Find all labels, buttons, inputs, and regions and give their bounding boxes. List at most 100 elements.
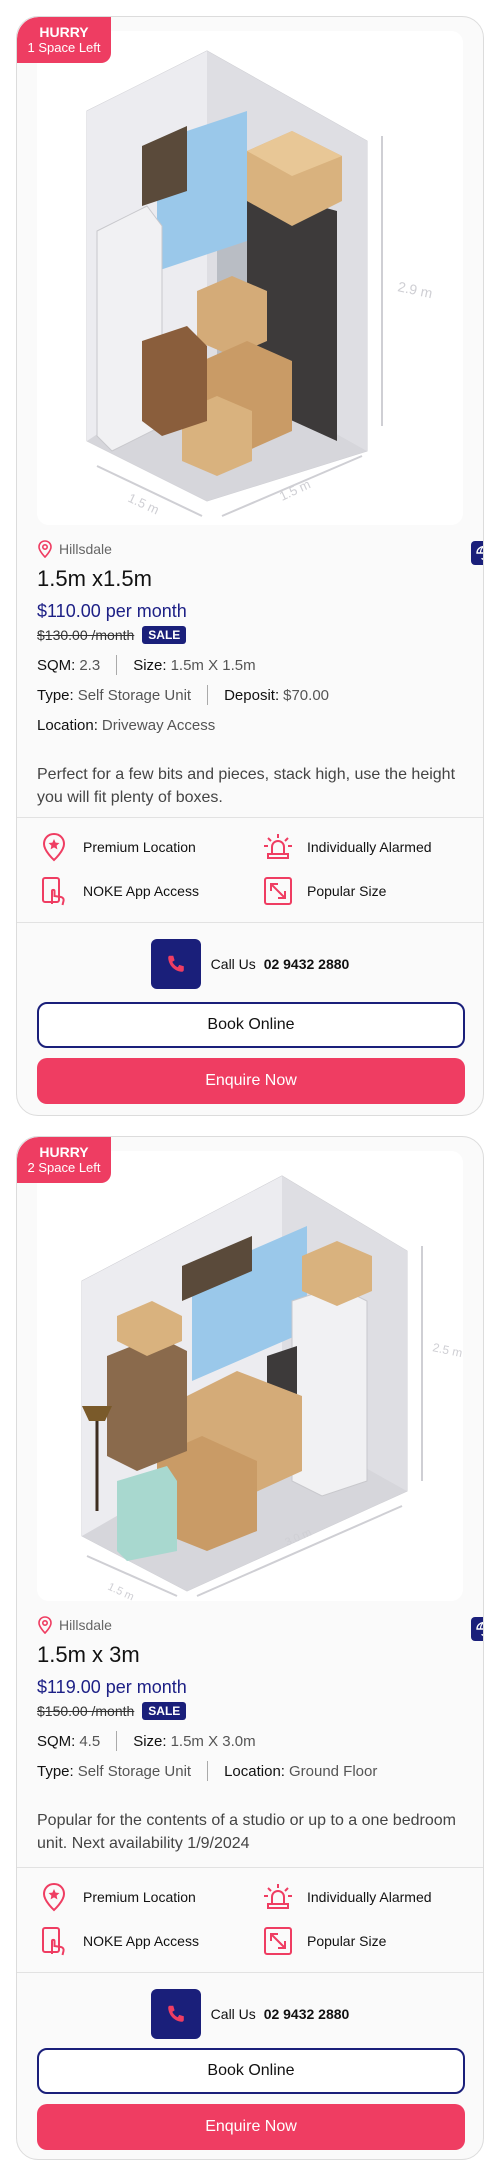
sqm-label: SQM: (37, 656, 76, 674)
umbrella-icon (476, 1621, 483, 1636)
unit-image: 2.5 m 1.5 m 3.0 m (37, 1151, 463, 1601)
alarm-icon (264, 1884, 292, 1909)
feature-label: Popular Size (307, 1933, 387, 1949)
feature-popular-size: Popular Size (263, 876, 386, 906)
badge-title: HURRY (39, 24, 89, 40)
size-label: Size: (133, 656, 167, 674)
hurry-badge: HURRY 1 Space Left (17, 17, 111, 63)
call-text[interactable]: Call Us 02 9432 2880 (211, 956, 350, 972)
star-pin-icon (42, 1882, 66, 1912)
type-label: Type: (37, 1762, 74, 1780)
unit-title: 1.5m x 3m (37, 1642, 140, 1667)
enquire-now-button[interactable]: Enquire Now (37, 1058, 465, 1104)
old-price: $150.00 /month (37, 1703, 135, 1719)
location-row: Hillsdale (37, 1615, 483, 1641)
sale-badge: SALE (142, 626, 187, 644)
unit-title: 1.5m x1.5m (37, 566, 152, 591)
location-value: Ground Floor (288, 1762, 378, 1780)
location-label: Location: (37, 716, 98, 734)
feature-noke-app: NOKE App Access (39, 876, 199, 906)
book-online-button[interactable]: Book Online (37, 2048, 465, 2094)
type-value: Self Storage Unit (77, 1762, 192, 1780)
star-pin-icon (42, 832, 66, 862)
sqm-value: 2.3 (79, 656, 101, 674)
divider (207, 685, 209, 705)
spec-row-sqm-size: SQM: 2.3 Size: 1.5m X 1.5m (37, 655, 463, 675)
sqm-value: 4.5 (79, 1732, 101, 1750)
call-label: Call Us (210, 956, 256, 972)
feature-label: Individually Alarmed (307, 839, 432, 855)
badge-title: HURRY (39, 1144, 89, 1160)
location-row: Hillsdale (37, 539, 483, 565)
unit-details: Hillsdale 1.5m x1.5m $110.00 per month $… (37, 539, 483, 809)
enquire-now-button[interactable]: Enquire Now (37, 2104, 465, 2150)
feature-label: Premium Location (83, 1889, 196, 1905)
size-label: Size: (133, 1732, 167, 1750)
sqm-label: SQM: (37, 1732, 76, 1750)
size-value: 1.5m X 3.0m (170, 1732, 256, 1750)
feature-label: NOKE App Access (83, 883, 199, 899)
badge-spaces: 1 Space Left (27, 40, 101, 55)
type-value: Self Storage Unit (77, 686, 192, 704)
location-label: Location: (224, 1762, 285, 1780)
call-label: Call Us (210, 2006, 256, 2022)
feature-label: Popular Size (307, 883, 387, 899)
unit-description: Popular for the contents of a studio or … (37, 1812, 456, 1852)
spec-row-sqm-size: SQM: 4.5 Size: 1.5m X 3.0m (37, 1731, 463, 1751)
spec-row-type-deposit: Type: Self Storage Unit Deposit: $70.00 (37, 685, 463, 705)
storage-unit-illustration: 2.9 m 1.5 m 1.5 m (37, 31, 463, 525)
location-name: Hillsdale (59, 541, 112, 557)
spec-row-location: Location: Driveway Access (37, 715, 463, 735)
map-pin-icon (38, 1616, 52, 1634)
feature-label: Individually Alarmed (307, 1889, 432, 1905)
features-list: Premium Location Individually Alarmed NO… (17, 817, 483, 923)
location-name: Hillsdale (59, 1617, 112, 1633)
deposit-value: $70.00 (283, 686, 330, 704)
type-label: Type: (37, 686, 74, 704)
divider (116, 655, 118, 675)
deposit-label: Deposit: (224, 686, 280, 704)
feature-popular-size: Popular Size (263, 1926, 386, 1956)
divider (116, 1731, 118, 1751)
unit-price: $110.00 per month (37, 601, 187, 621)
expand-arrow-icon (264, 877, 292, 905)
call-button[interactable] (150, 1989, 201, 2039)
unit-card: HURRY 2 Space Left 2.5 m 1.5 m 3.0 m Hil… (16, 1136, 484, 2160)
feature-individually-alarmed: Individually Alarmed (263, 832, 432, 862)
spec-row-type-location: Type: Self Storage Unit Location: Ground… (37, 1761, 463, 1781)
unit-card: HURRY 1 Space Left 2.9 m 1.5 m 1.5 m Hil… (16, 16, 484, 1116)
feature-premium-location: Premium Location (39, 832, 196, 862)
call-button[interactable] (150, 939, 201, 989)
call-row: Call Us 02 9432 2880 (17, 1989, 483, 2039)
phone-icon (167, 955, 184, 972)
features-list: Premium Location Individually Alarmed NO… (17, 1867, 483, 1973)
feature-label: Premium Location (83, 839, 196, 855)
location-value: Driveway Access (101, 716, 216, 734)
phone-number: 02 9432 2880 (263, 956, 350, 972)
old-price: $130.00 /month (37, 627, 135, 643)
call-text[interactable]: Call Us 02 9432 2880 (211, 2006, 350, 2022)
hurry-badge: HURRY 2 Space Left (17, 1137, 111, 1183)
size-value: 1.5m X 1.5m (170, 656, 256, 674)
phone-touch-icon (42, 1927, 65, 1956)
insurance-button[interactable] (471, 541, 483, 565)
phone-icon (167, 2005, 184, 2022)
alarm-icon (264, 834, 292, 859)
phone-number: 02 9432 2880 (263, 2006, 350, 2022)
unit-details: Hillsdale 1.5m x 3m $119.00 per month $1… (37, 1615, 483, 1855)
feature-individually-alarmed: Individually Alarmed (263, 1882, 432, 1912)
page: HURRY 1 Space Left 2.9 m 1.5 m 1.5 m Hil… (0, 0, 500, 2171)
divider (207, 1761, 209, 1781)
unit-price: $119.00 per month (37, 1677, 187, 1697)
insurance-button[interactable] (471, 1617, 483, 1641)
phone-touch-icon (42, 877, 65, 906)
unit-image: 2.9 m 1.5 m 1.5 m (37, 31, 463, 525)
storage-unit-illustration: 2.5 m 1.5 m 3.0 m (37, 1151, 463, 1601)
map-pin-icon (38, 540, 52, 558)
book-online-button[interactable]: Book Online (37, 1002, 465, 1048)
expand-arrow-icon (264, 1927, 292, 1955)
old-price-row: $130.00 /month SALE (37, 625, 463, 645)
old-price-row: $150.00 /month SALE (37, 1701, 463, 1721)
feature-premium-location: Premium Location (39, 1882, 196, 1912)
feature-label: NOKE App Access (83, 1933, 199, 1949)
